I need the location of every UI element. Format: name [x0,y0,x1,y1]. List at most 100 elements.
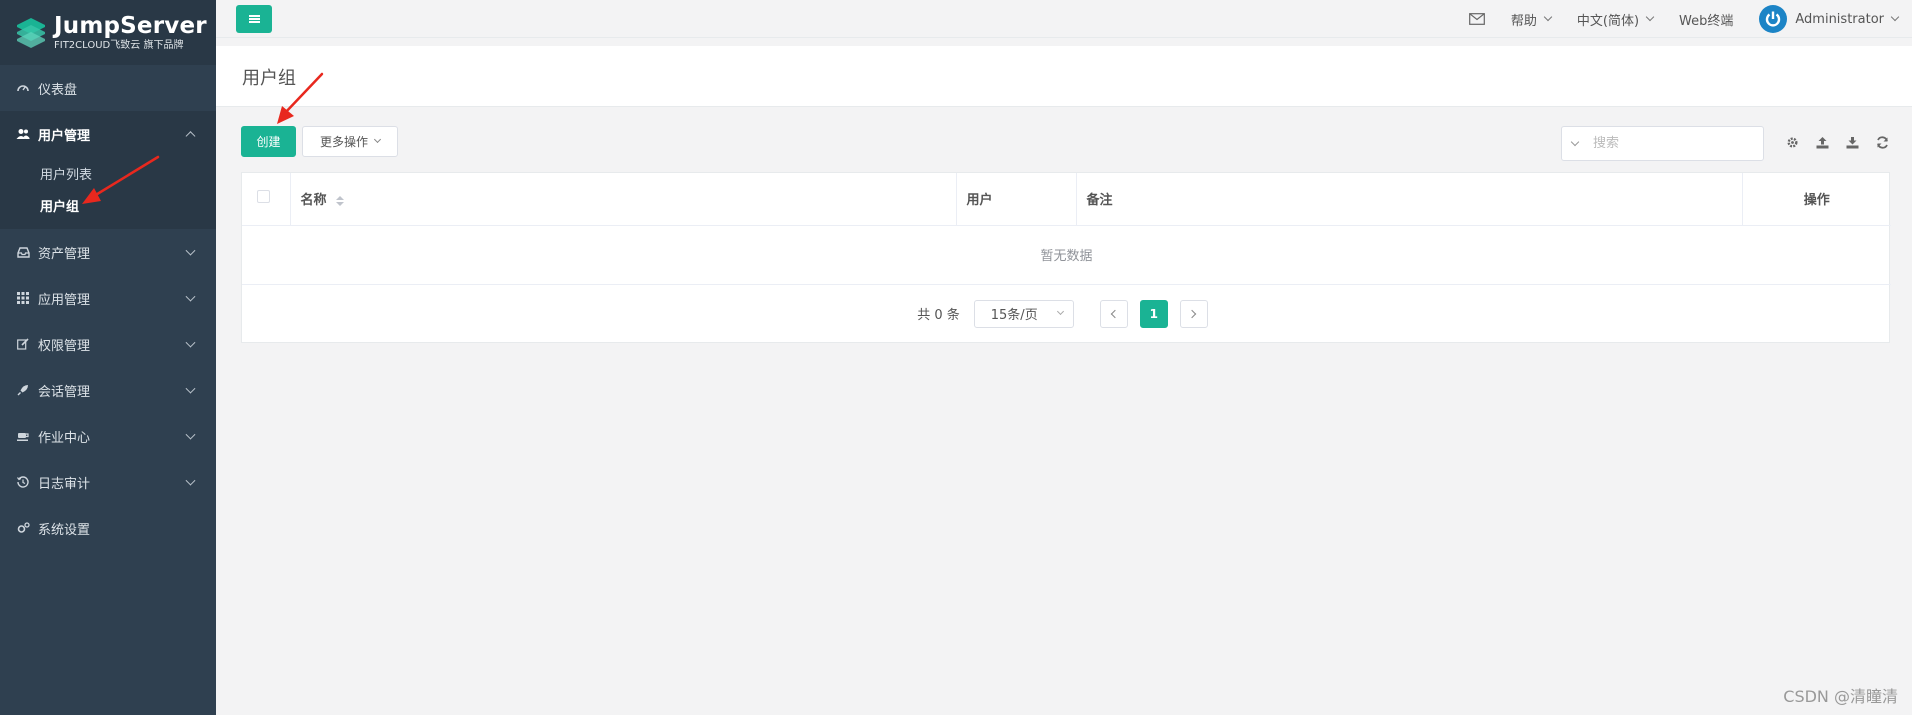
chevron-left-icon [1111,309,1120,318]
sidebar-item-dashboard[interactable]: 仪表盘 [0,65,216,111]
rocket-icon [16,383,30,397]
page-size-label: 15条/页 [990,308,1038,323]
next-page-button[interactable] [1179,299,1208,328]
brand-title: JumpServer [54,12,207,39]
page-header: 用户组 [216,46,1912,107]
import-button[interactable] [1844,134,1860,150]
sidebar-item-jobs[interactable]: 作业中心 [0,413,216,459]
hamburger-icon [248,18,260,20]
export-button[interactable] [1814,134,1830,150]
watermark: CSDN @清瞳清 [1783,687,1898,706]
more-actions-dropdown[interactable]: 更多操作 [302,126,398,157]
chevron-down-icon [185,245,196,256]
avatar [1759,5,1788,33]
language-label: 中文(简体) [1576,13,1640,29]
chevron-down-icon [1890,12,1900,22]
sidebar: JumpServer FIT2CLOUD飞致云 旗下品牌 仪表盘 用户管理 用户… [0,0,216,715]
refresh-button[interactable] [1874,134,1890,150]
dashboard-icon [16,81,30,95]
grid-icon [16,291,30,305]
sidebar-item-label: 资产管理 [38,246,91,262]
page-size-select[interactable]: 15条/页 [973,299,1074,328]
sidebar-item-label: 日志审计 [38,476,91,492]
sidebar-item-audit[interactable]: 日志审计 [0,459,216,505]
chevron-down-icon [185,429,196,440]
power-icon [1766,11,1781,27]
refresh-icon [1876,135,1888,149]
messages-button[interactable] [1468,13,1485,25]
search-input[interactable] [1587,127,1763,160]
empty-row: 暂无数据 [242,225,1891,285]
search-box [1561,126,1764,161]
chevron-down-icon [1645,12,1655,22]
sort-icon[interactable] [336,195,345,206]
settings-button[interactable] [1784,134,1800,150]
page-title: 用户组 [242,68,296,89]
chevron-down-icon [185,475,196,486]
select-all-checkbox[interactable] [257,190,270,204]
chevron-down-icon [1056,307,1064,316]
username-label: Administrator [1795,11,1884,27]
more-actions-label: 更多操作 [319,135,368,149]
topbar-actions: 帮助 中文(简体) Web终端 Administrator [1443,0,1900,38]
sidebar-item-users[interactable]: 用户管理 [0,111,216,157]
sidebar-item-assets[interactable]: 资产管理 [0,229,216,275]
data-table-panel: 名称 用户 备注 操作 暂无数据 共 0 条 15条/页 1 [241,172,1891,343]
column-header-comment: 备注 [1076,173,1743,226]
sidebar-item-label: 会话管理 [38,384,91,400]
sidebar-item-label: 仪表盘 [38,82,78,98]
topbar: 帮助 中文(简体) Web终端 Administrator [216,0,1912,38]
gear-icon [1787,137,1797,147]
gears-icon [16,521,30,535]
column-header-users: 用户 [956,173,1077,226]
column-header-name[interactable]: 名称 [290,173,957,226]
web-terminal-label: Web终端 [1679,13,1734,29]
sidebar-group-users: 用户管理 用户列表 用户组 [0,111,216,229]
create-button[interactable]: 创建 [241,126,296,157]
sidebar-item-applications[interactable]: 应用管理 [0,275,216,321]
sidebar-item-label: 系统设置 [38,522,91,538]
menu-toggle-button[interactable] [236,5,272,33]
brand-logo[interactable]: JumpServer FIT2CLOUD飞致云 旗下品牌 [0,0,216,65]
envelope-icon [1468,13,1485,25]
edit-icon [16,337,30,351]
chevron-down-icon [1570,137,1579,146]
download-icon [1846,136,1858,148]
user-group-table: 名称 用户 备注 操作 暂无数据 [242,173,1891,285]
coffee-icon [16,429,30,443]
chevron-right-icon [1188,309,1197,318]
pagination-total: 共 0 条 [917,308,960,323]
brand-subtitle: FIT2CLOUD飞致云 旗下品牌 [54,39,184,51]
sidebar-subitem-user-group[interactable]: 用户组 [0,189,216,221]
inbox-icon [16,245,30,259]
prev-page-button[interactable] [1099,299,1128,328]
sidebar-item-permissions[interactable]: 权限管理 [0,321,216,367]
users-submenu: 用户列表 用户组 [0,157,216,229]
history-icon [16,475,30,489]
column-label: 名称 [300,193,327,209]
chevron-down-icon [185,337,196,348]
help-label: 帮助 [1510,13,1537,29]
column-header-actions: 操作 [1742,173,1891,226]
user-dropdown[interactable]: Administrator [1759,5,1900,33]
column-label: 用户 [966,193,993,209]
language-dropdown[interactable]: 中文(简体) [1576,10,1655,29]
search-field-select[interactable] [1562,127,1587,160]
sidebar-item-label: 应用管理 [38,292,91,308]
jumpserver-logo-icon [17,17,45,48]
help-dropdown[interactable]: 帮助 [1510,10,1553,29]
table-toolbar: 创建 更多操作 [241,126,1890,161]
sidebar-item-settings[interactable]: 系统设置 [0,505,216,551]
page-number-button[interactable]: 1 [1139,299,1168,328]
sidebar-item-label: 作业中心 [38,430,91,446]
column-label: 操作 [1803,193,1830,209]
chevron-down-icon [185,383,196,394]
table-header-row: 名称 用户 备注 操作 [242,173,1891,226]
empty-text: 暂无数据 [242,225,1891,285]
sidebar-subitem-user-list[interactable]: 用户列表 [0,157,216,189]
sidebar-item-sessions[interactable]: 会话管理 [0,367,216,413]
web-terminal-link[interactable]: Web终端 [1679,10,1733,29]
select-all-header [242,173,291,226]
sidebar-item-label: 权限管理 [38,338,91,354]
table-tools [1770,134,1890,150]
